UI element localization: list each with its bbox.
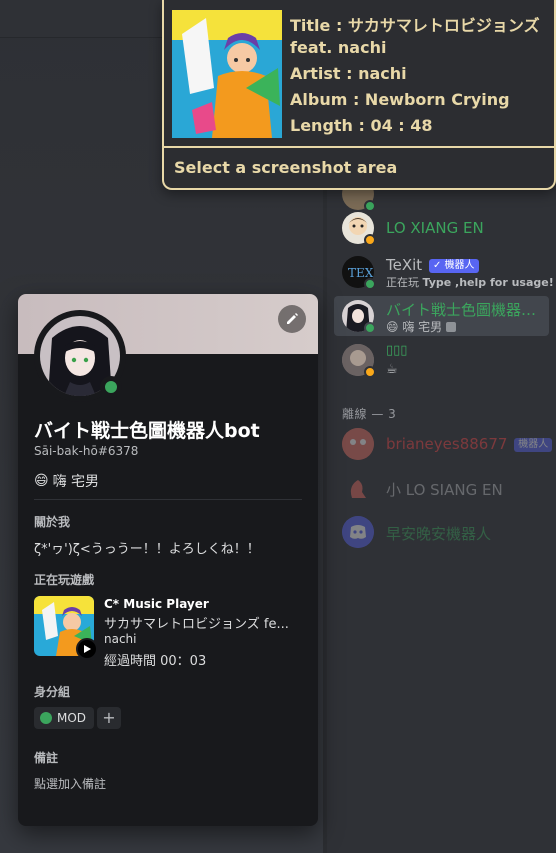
member-item-small-lo[interactable]: 小 LO SIANG EN [334, 468, 549, 508]
member-name: 早安晚安機器人 [386, 525, 492, 543]
note-heading: 備註 [34, 751, 59, 765]
member-name: brianeyes88677 機器人 [386, 435, 553, 453]
status-idle-icon [364, 234, 376, 246]
bot-tag: 機器人 [514, 438, 553, 452]
about-me-heading: 關於我 [34, 515, 71, 529]
track-title: Title : サカサマレトロビジョンズ [290, 16, 540, 35]
note-icon [445, 322, 456, 332]
discord-logo-icon [342, 516, 374, 548]
status-online-icon [100, 376, 122, 398]
track-album: Album : Newborn Crying [290, 90, 510, 109]
track-title-cont: feat. nachi [290, 38, 387, 57]
note-input[interactable]: 點選加入備註 [34, 775, 106, 792]
divider [34, 499, 302, 500]
now-playing-tooltip: Title : サカサマレトロビジョンズ feat. nachi Artist … [162, 0, 556, 190]
play-icon [76, 638, 98, 660]
offline-section-header: 離線 — 3 [342, 407, 397, 421]
user-profile-popout: バイト戦士色圖機器人bot Sāi-bak-hō#6378 😄 嗨 宅男 關於我 … [18, 294, 318, 826]
pencil-icon [287, 313, 298, 324]
select-screenshot-area-button[interactable]: Select a screenshot area [174, 158, 397, 177]
status-idle-icon [364, 366, 376, 378]
roles-heading: 身分組 [34, 685, 71, 699]
member-item-texit[interactable]: TEX TeXit ✓ 機器人 正在玩 Type ,help for usage… [334, 252, 554, 292]
member-name: LO XIANG EN [386, 219, 484, 237]
member-custom-status: 😄 嗨 宅男 [386, 318, 456, 335]
role-color-dot [40, 712, 52, 724]
role-pill-mod[interactable]: MOD [34, 707, 95, 729]
status-online-icon [364, 278, 376, 290]
member-custom-status: ☕ [386, 362, 398, 377]
about-me-text: ζ*'ヮ')ζ<うっうー！！よろしくね！！ [34, 542, 260, 557]
game-elapsed: 經過時間 00：03 [104, 654, 207, 669]
track-length: Length : 04 : 48 [290, 116, 433, 135]
profile-username: バイト戦士色圖機器人bot [34, 420, 260, 442]
member-item-good-morning-bot[interactable]: 早安晚安機器人 [334, 512, 549, 552]
game-details: サカサマレトロビジョンズ fe... [104, 617, 289, 632]
avatar [342, 428, 374, 460]
profile-custom-status: 😄 嗨 宅男 [34, 473, 100, 490]
divider [164, 146, 554, 148]
member-activity: 正在玩 Type ,help for usage! [386, 276, 554, 289]
member-name: ▯▯▯ [386, 343, 408, 358]
status-online-icon [364, 322, 376, 334]
track-artist: Artist : nachi [290, 64, 407, 83]
member-item-unknown[interactable]: ▯▯▯ ☕ [334, 340, 549, 380]
member-item-brianeyes[interactable]: brianeyes88677 機器人 [334, 424, 553, 464]
edit-profile-button[interactable] [278, 305, 306, 333]
member-name: TeXit ✓ 機器人 [386, 256, 479, 274]
member-item-self[interactable]: バイト戦士色圖機器… 😄 嗨 宅男 [334, 296, 549, 336]
game-name: C* Music Player [104, 597, 209, 611]
album-art [172, 10, 282, 138]
profile-tag: Sāi-bak-hō#6378 [34, 444, 139, 458]
playing-heading: 正在玩遊戲 [34, 573, 95, 587]
game-state: nachi [104, 632, 137, 646]
bot-tag: ✓ 機器人 [428, 259, 479, 273]
add-role-button[interactable]: + [97, 707, 121, 729]
grin-emoji-icon: 😄 [34, 473, 49, 489]
member-item-lo-xiang-en[interactable]: LO XIANG EN [334, 208, 549, 248]
avatar-ring [34, 310, 126, 402]
member-name: バイト戦士色圖機器… [386, 301, 537, 319]
member-name: 小 LO SIANG EN [386, 481, 503, 499]
avatar [342, 472, 374, 504]
